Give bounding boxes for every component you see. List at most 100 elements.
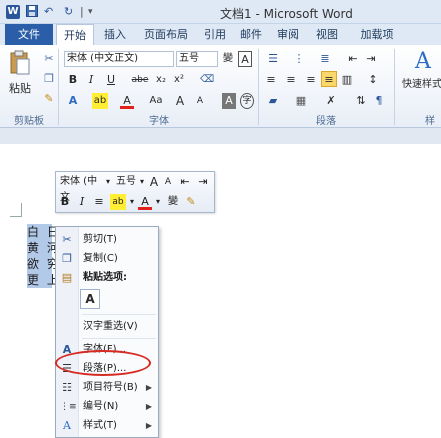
mini-font-name[interactable]: 宋体 (中文 <box>58 174 104 203</box>
tab-view[interactable]: 视图 <box>312 24 342 45</box>
title-bar: W ↶ ↻ | ▾ 文档1 - Microsoft Word <box>0 0 441 24</box>
decrease-indent-icon[interactable]: ⇤ <box>346 51 360 67</box>
menu-item-copy[interactable]: ❐ 复制(C) <box>56 249 158 269</box>
char-shading-icon[interactable]: A <box>222 93 236 109</box>
bullets-icon[interactable]: ☰ <box>264 51 282 67</box>
underline-button[interactable]: U <box>104 72 118 88</box>
tab-home[interactable]: 开始 <box>56 24 94 45</box>
mini-decrease-indent-icon[interactable]: ⇤ <box>178 174 192 190</box>
menu-item-label: 剪切(T) <box>83 234 117 245</box>
paragraph-group-label: 段落 <box>316 116 336 127</box>
redo-icon[interactable]: ↻ <box>64 5 73 19</box>
menu-item-styles[interactable]: A 样式(T) ▶ <box>56 416 158 436</box>
tab-mailings[interactable]: 邮件 <box>236 24 266 45</box>
align-right-icon[interactable]: ≡ <box>304 72 318 88</box>
numbering-icon[interactable]: ⋮ <box>290 51 308 67</box>
bold-button[interactable]: B <box>66 72 80 88</box>
font-name-combo[interactable]: 宋体 (中文正文) <box>64 51 174 67</box>
cut-icon[interactable]: ✂ <box>42 51 56 67</box>
clipboard-group-label: 剪贴板 <box>14 116 44 127</box>
mini-center-button[interactable]: ≡ <box>92 194 106 210</box>
mini-phonetic-icon[interactable]: 變 <box>166 194 180 210</box>
ribbon-separator <box>258 49 259 125</box>
sort-icon[interactable]: ⇅ <box>354 93 368 109</box>
mini-font-color-button[interactable]: A <box>138 194 152 210</box>
phonetic-guide-icon[interactable]: 變 <box>221 51 235 67</box>
text-line: 更 上 <box>27 272 61 288</box>
text-effects-button[interactable]: A <box>66 93 80 109</box>
chevron-down-icon[interactable]: ▾ <box>138 174 146 190</box>
tab-insert[interactable]: 插入 <box>97 24 133 45</box>
char-border-icon[interactable]: A <box>238 51 252 67</box>
multilevel-list-icon[interactable]: ≣ <box>316 51 334 67</box>
superscript-button[interactable]: x² <box>172 72 186 88</box>
tab-page-layout[interactable]: 页面布局 <box>138 24 194 45</box>
context-menu: ✂ 剪切(T) ❐ 复制(C) ▤ 粘贴选项: A 汉字重选(V) A 字体(F… <box>55 226 159 438</box>
format-painter-icon[interactable]: ✎ <box>42 91 56 107</box>
mini-grow-font[interactable]: A <box>148 174 160 190</box>
font-color-button[interactable]: A <box>120 93 134 109</box>
bullets-icon: ☷ <box>62 381 72 394</box>
customize-qat-icon[interactable]: ▾ <box>88 5 93 19</box>
enclose-char-icon[interactable]: 字 <box>240 93 254 109</box>
shading-icon[interactable]: ▰ <box>264 93 282 109</box>
chevron-down-icon[interactable]: ▾ <box>128 194 136 210</box>
paste-icon: ▤ <box>61 271 73 284</box>
mini-increase-indent-icon[interactable]: ⇥ <box>196 174 210 190</box>
chevron-down-icon[interactable]: ▾ <box>154 194 162 210</box>
mini-shrink-font[interactable]: A <box>162 174 174 190</box>
tab-addins[interactable]: 加载项 <box>352 24 402 45</box>
font-size-combo[interactable]: 五号 <box>176 51 218 67</box>
margin-crop-mark <box>10 203 22 217</box>
tab-file[interactable]: 文件 <box>5 24 53 45</box>
justify-icon[interactable]: ≡ <box>321 71 337 87</box>
subscript-button[interactable]: x₂ <box>154 72 168 88</box>
ribbon-tabs: 文件 开始 插入 页面布局 引用 邮件 审阅 视图 加载项 <box>0 24 441 45</box>
text-line: 白 日 <box>27 224 61 240</box>
menu-item-reconvert[interactable]: 汉字重选(V) <box>56 317 158 337</box>
clear-formatting-icon[interactable]: ⌫ <box>200 72 214 88</box>
strikethrough-button[interactable]: abe <box>130 72 150 88</box>
menu-item-label: 样式(T) <box>83 420 117 431</box>
paste-icon[interactable] <box>8 49 32 77</box>
menu-item-bullets[interactable]: ☷ 项目符号(B) ▶ <box>56 378 158 398</box>
menu-item-label: 复制(C) <box>83 253 118 264</box>
distributed-icon[interactable]: ▥ <box>340 72 354 88</box>
highlight-button[interactable]: ab <box>92 93 108 109</box>
shrink-font-button[interactable]: A <box>194 93 206 109</box>
align-center-icon[interactable]: ≡ <box>284 72 298 88</box>
mini-format-painter-icon[interactable]: ✎ <box>184 194 198 210</box>
increase-indent-icon[interactable]: ⇥ <box>364 51 378 67</box>
change-case-button[interactable]: Aa <box>146 93 166 109</box>
copy-icon[interactable]: ❐ <box>42 71 56 87</box>
tab-review[interactable]: 审阅 <box>273 24 303 45</box>
paste-button-label[interactable]: 粘贴 <box>8 81 32 97</box>
window-title: 文档1 - Microsoft Word <box>220 7 353 21</box>
menu-item-label: 粘贴选项: <box>83 272 127 283</box>
tab-references[interactable]: 引用 <box>200 24 230 45</box>
styles-icon: A <box>63 419 71 432</box>
chevron-down-icon[interactable]: ▾ <box>104 174 112 190</box>
mini-italic-button[interactable]: I <box>76 194 88 210</box>
menu-item-numbering[interactable]: ⋮≡ 编号(N) ▶ <box>56 397 158 417</box>
selected-text[interactable]: 白 日 黄 河 欲 穷 更 上 <box>27 224 61 288</box>
italic-button[interactable]: I <box>84 72 98 88</box>
paste-keep-text-icon[interactable]: A <box>80 289 100 309</box>
undo-icon[interactable]: ↶ <box>44 5 53 19</box>
show-marks-icon[interactable]: ¶ <box>372 93 386 109</box>
mini-highlight-button[interactable]: ab <box>110 194 126 210</box>
grow-font-button[interactable]: A <box>174 93 186 109</box>
chinese-layout-icon[interactable]: ✗ <box>322 93 340 109</box>
quick-styles-icon[interactable]: A <box>412 49 434 75</box>
borders-icon[interactable]: ▦ <box>292 93 310 109</box>
mini-toolbar: 宋体 (中文 ▾ 五号 ▾ A A ⇤ ⇥ B I ≡ ab ▾ A ▾ 變 ✎ <box>55 171 215 213</box>
mini-bold-button[interactable]: B <box>59 194 71 210</box>
menu-item-cut[interactable]: ✂ 剪切(T) <box>56 230 158 250</box>
quick-styles-label[interactable]: 快速样式 <box>400 77 441 93</box>
mini-font-size[interactable]: 五号 <box>114 174 138 190</box>
save-icon[interactable] <box>26 5 38 19</box>
line-spacing-icon[interactable]: ↕ <box>364 72 382 88</box>
numbering-icon: ⋮≡ <box>60 402 77 412</box>
text-line: 黄 河 <box>27 240 61 256</box>
align-left-icon[interactable]: ≡ <box>264 72 278 88</box>
